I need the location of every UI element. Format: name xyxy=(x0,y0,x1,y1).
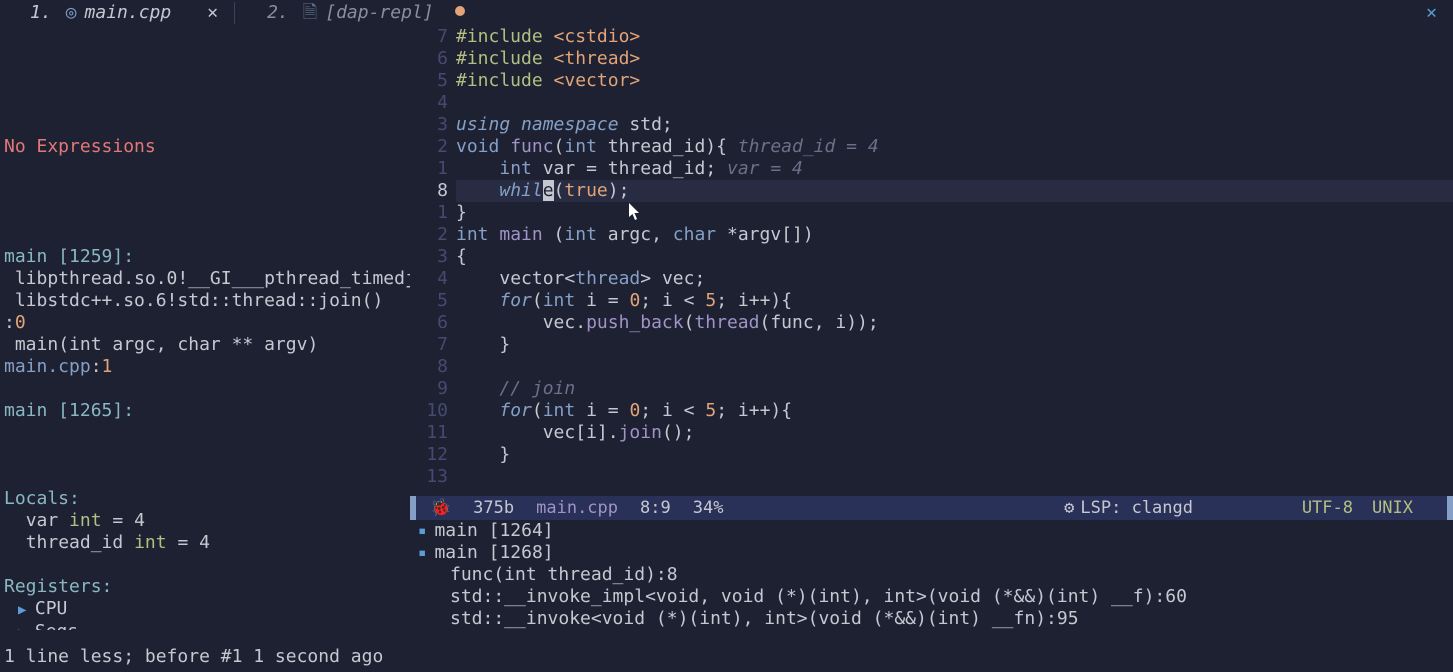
gears-icon: ⚙ xyxy=(1064,498,1074,518)
watch-expressions-empty: No Expressions xyxy=(4,136,406,158)
local-var[interactable]: var int = 4 xyxy=(4,510,406,532)
mode-indicator-right xyxy=(1447,496,1453,520)
debug-sidebar: No Expressions main [1259]: libpthread.s… xyxy=(0,26,410,630)
thread-collapsed-icon: ▪ xyxy=(418,520,426,542)
scroll-percent: 34% xyxy=(693,497,724,519)
register-group-segs[interactable]: Segs xyxy=(4,621,406,630)
tab-main-cpp[interactable]: 1. ◎ main.cpp ✕ xyxy=(0,0,232,26)
thread-row[interactable]: ▪main [1268] xyxy=(418,542,1445,564)
file-name: main.cpp xyxy=(536,497,618,519)
thread-collapsed-icon: ▪ xyxy=(418,542,426,564)
callstack-thread-1259[interactable]: main [1259]: xyxy=(4,246,406,268)
lsp-status: ⚙LSP: clangd xyxy=(1064,497,1193,519)
local-var[interactable]: thread_id int = 4 xyxy=(4,532,406,554)
line-number-gutter: 7654321812345678910111213 xyxy=(410,26,456,496)
thread-frame[interactable]: std::__invoke<void (*)(int), int>(void (… xyxy=(418,608,1445,630)
registers-header: Registers: xyxy=(4,576,406,598)
bug-icon: 🐞 xyxy=(430,497,451,519)
code-area[interactable]: #include <cstdio>#include <thread>#inclu… xyxy=(456,26,1453,496)
close-window-icon[interactable]: ✕ xyxy=(1426,2,1437,24)
file-format: UNIX xyxy=(1372,497,1413,519)
tab-close-icon[interactable]: ✕ xyxy=(207,2,218,24)
threads-panel: ▪main [1264] ▪main [1268] func(int threa… xyxy=(410,520,1453,630)
stack-frame[interactable]: libpthread.so.0!__GI___pthread_timedjoi xyxy=(4,268,406,290)
locals-header: Locals: xyxy=(4,488,406,510)
modified-indicator-icon xyxy=(455,6,465,16)
mode-indicator xyxy=(410,496,416,520)
callstack-thread-1265[interactable]: main [1265]: xyxy=(4,400,406,422)
tab-dap-repl[interactable]: 2. 🗎 [dap-repl] xyxy=(237,0,448,26)
tab-label: main.cpp xyxy=(85,2,172,24)
tab-label: [dap-repl] xyxy=(325,2,433,24)
tab-number: 1. xyxy=(30,2,52,24)
stack-frame[interactable]: main(int argc, char ** argv) main.cpp:1 xyxy=(4,334,406,378)
thread-row[interactable]: ▪main [1264] xyxy=(418,520,1445,542)
tab-number: 2. xyxy=(267,2,289,24)
encoding: UTF-8 xyxy=(1302,497,1353,519)
tab-separator xyxy=(234,2,235,24)
register-group-cpu[interactable]: CPU xyxy=(4,598,406,621)
tab-bar: 1. ◎ main.cpp ✕ 2. 🗎 [dap-repl] ✕ xyxy=(0,0,1453,26)
cursor-position: 8:9 xyxy=(640,497,671,519)
stack-frame[interactable]: libstdc++.so.6!std::thread::join() :0 xyxy=(4,290,406,334)
code-editor[interactable]: 7654321812345678910111213 #include <cstd… xyxy=(410,26,1453,496)
cpp-icon: ◎ xyxy=(66,2,77,24)
message-line: 1 line less; before #1 1 second ago xyxy=(4,646,383,668)
status-line: 🐞 375b main.cpp 8:9 34% ⚙LSP: clangd UTF… xyxy=(410,496,1453,520)
file-size: 375b xyxy=(473,497,514,519)
thread-frame[interactable]: std::__invoke_impl<void, void (*)(int), … xyxy=(418,586,1445,608)
file-icon: 🗎 xyxy=(303,2,317,24)
thread-frame[interactable]: func(int thread_id):8 xyxy=(418,564,1445,586)
